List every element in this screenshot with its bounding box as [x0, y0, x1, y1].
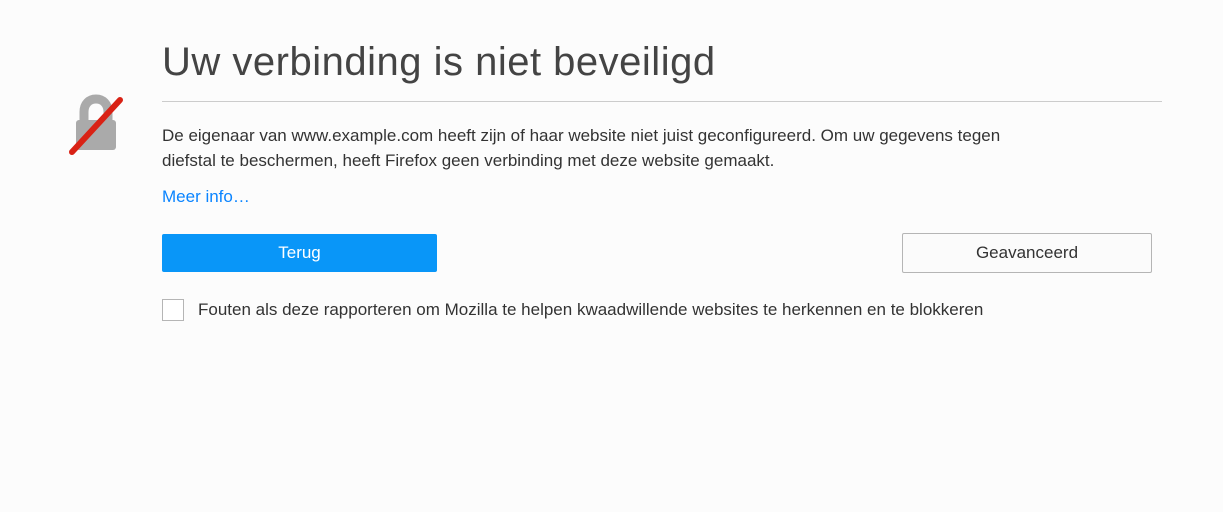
error-page: Uw verbinding is niet beveiligd De eigen…	[60, 40, 1163, 321]
advanced-button[interactable]: Geavanceerd	[902, 233, 1152, 273]
report-checkbox-row: Fouten als deze rapporteren om Mozilla t…	[162, 299, 1162, 321]
icon-column	[60, 40, 132, 167]
insecure-lock-icon	[60, 90, 132, 162]
report-checkbox[interactable]	[162, 299, 184, 321]
divider	[162, 101, 1162, 102]
error-description: De eigenaar van www.example.com heeft zi…	[162, 124, 1032, 173]
more-info-link[interactable]: Meer info…	[162, 187, 250, 207]
page-title: Uw verbinding is niet beveiligd	[162, 40, 1162, 85]
content-column: Uw verbinding is niet beveiligd De eigen…	[162, 40, 1162, 321]
report-checkbox-label[interactable]: Fouten als deze rapporteren om Mozilla t…	[198, 300, 983, 320]
back-button[interactable]: Terug	[162, 234, 437, 272]
button-row: Terug Geavanceerd	[162, 233, 1152, 273]
